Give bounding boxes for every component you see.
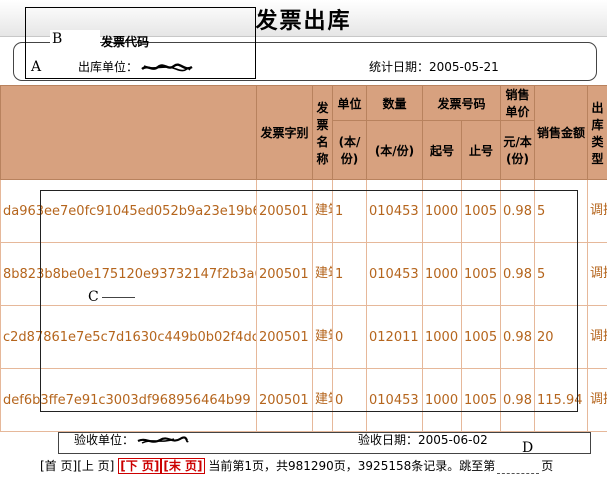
pager-page-unit: 页: [541, 459, 554, 473]
cell-out-type: 调拨: [587, 368, 607, 432]
cell-prefix: 200501: [256, 242, 313, 306]
cell-end-number: 1005: [460, 179, 502, 243]
first-page-link[interactable]: [首 页]: [40, 459, 77, 473]
cell-quantity: 010453: [366, 368, 423, 432]
cell-end-number: 1005: [460, 305, 502, 369]
cell-unit-price: 0.98: [500, 179, 536, 243]
cell-invoice-name: 建筑发票: [312, 368, 333, 432]
redacted-scribble: [137, 435, 189, 444]
cell-unit: 0: [332, 305, 367, 369]
header-name: 发票名称: [312, 85, 333, 180]
header-unit-sub: (本/份): [332, 120, 367, 180]
cell-sales-amount: 5: [534, 242, 589, 306]
annotation-label-d: D: [522, 440, 534, 456]
table-row: da963ee7e0fc91045ed052b9a23e19b6 200501 …: [0, 179, 607, 243]
last-page-link[interactable]: [末 页]: [161, 458, 205, 474]
invoice-table: 发票字别 发票名称 单位 数量 发票号码 销售单价 销售金额 出库类型 (本/份…: [0, 85, 607, 432]
cell-invoice-code: c2d87861e7e5c7d1630c449b0b02f4dc: [0, 305, 257, 369]
cell-end-number: 1005: [460, 368, 502, 432]
cell-invoice-code: da963ee7e0fc91045ed052b9a23e19b6: [0, 179, 257, 243]
header-amount: 销售金额: [534, 85, 589, 180]
header-invoice-code-label: 发票代码: [101, 35, 150, 49]
header-numbers: 发票号码: [421, 85, 502, 121]
annotation-label-b: B: [50, 30, 100, 48]
cell-invoice-name: 建筑发票: [312, 305, 333, 369]
next-page-link[interactable]: [下 页]: [118, 458, 162, 474]
cell-invoice-name: 建筑发票: [312, 179, 333, 243]
accept-unit: 验收单位：: [74, 431, 190, 448]
cell-unit-price: 0.98: [500, 242, 536, 306]
pagination: [首 页][上 页] [下 页] [末 页] 当前第1页，共981290页，392…: [40, 457, 553, 474]
cell-start-number: 1000: [422, 368, 462, 432]
cell-quantity: 010453: [366, 179, 423, 243]
header-price: 销售单价: [500, 85, 536, 121]
cell-invoice-name: 建筑发票: [312, 242, 333, 306]
pager-status: 当前第1页，共981290页，3925158条记录。跳至第: [208, 459, 496, 473]
cell-quantity: 010453: [366, 242, 423, 306]
cell-unit-price: 0.98: [500, 368, 536, 432]
cell-start-number: 1000: [422, 242, 462, 306]
cell-sales-amount: 115.94: [534, 368, 589, 432]
cell-sales-amount: 20: [534, 305, 589, 369]
cell-prefix: 200501: [256, 368, 313, 432]
table-row: def6b3ffe7e91c3003df968956464b99 200501 …: [0, 368, 607, 432]
cell-out-type: 调拨: [587, 305, 607, 369]
cell-prefix: 200501: [256, 179, 313, 243]
stat-date-value: 2005-05-21: [429, 60, 499, 74]
header-invoice-code: [0, 85, 257, 180]
header-price-sub: 元/本(份): [500, 120, 536, 180]
cell-prefix: 200501: [256, 305, 313, 369]
accept-date: 验收日期：2005-06-02: [358, 431, 488, 448]
cell-start-number: 1000: [422, 305, 462, 369]
cell-out-type: 调拨: [587, 179, 607, 243]
annotation-leader-line: [100, 297, 135, 298]
header-start: 起号: [422, 120, 462, 180]
cell-unit: 1: [332, 179, 367, 243]
jump-page-input[interactable]: [497, 461, 540, 474]
stat-date-label: 统计日期：: [369, 60, 430, 74]
accept-date-value: 2005-06-02: [418, 433, 488, 447]
cell-unit: 0: [332, 368, 367, 432]
header-type: 出库类型: [587, 85, 607, 180]
cell-start-number: 1000: [422, 179, 462, 243]
header-prefix: 发票字别: [256, 85, 313, 180]
cell-out-type: 调拨: [587, 242, 607, 306]
annotation-label-c: C: [85, 289, 102, 305]
header-qty: 数量: [366, 85, 423, 121]
prev-page-link[interactable]: [上 页]: [77, 459, 114, 473]
accept-unit-label: 验收单位：: [74, 433, 135, 447]
cell-sales-amount: 5: [534, 179, 589, 243]
stat-date: 统计日期：2005-05-21: [369, 58, 499, 75]
header-unit: 单位: [332, 85, 367, 121]
cell-end-number: 1005: [460, 242, 502, 306]
cell-quantity: 012011: [366, 305, 423, 369]
accept-date-label: 验收日期：: [358, 433, 419, 447]
header-end: 止号: [460, 120, 502, 180]
cell-unit-price: 0.98: [500, 305, 536, 369]
header-qty-sub: (本/份): [366, 120, 423, 180]
table-row: c2d87861e7e5c7d1630c449b0b02f4dc 200501 …: [0, 305, 607, 369]
cell-unit: 1: [332, 242, 367, 306]
cell-invoice-code: def6b3ffe7e91c3003df968956464b99: [0, 368, 257, 432]
